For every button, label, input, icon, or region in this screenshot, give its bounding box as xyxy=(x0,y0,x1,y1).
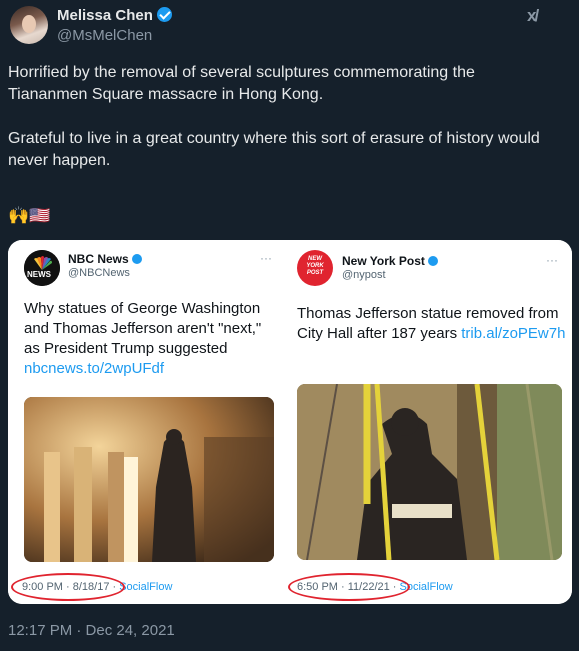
jefferson-memorial-illustration xyxy=(24,397,274,562)
embedded-image-card[interactable]: NEWS NBC News @NBCNews ··· Why statues o… xyxy=(8,240,572,604)
tweet-paragraph-2: Grateful to live in a great country wher… xyxy=(8,130,545,169)
nypost-embedded-tweet: NEW YORK POST New York Post @nypost ··· … xyxy=(286,240,572,604)
nypost-logo-text: NEW YORK POST xyxy=(306,256,324,276)
jefferson-statue-photo xyxy=(297,384,562,560)
nbc-name: NBC News xyxy=(68,252,142,266)
nypost-more-icon: ··· xyxy=(546,253,558,267)
verified-badge-icon xyxy=(156,7,172,22)
nbc-embedded-tweet: NEWS NBC News @NBCNews ··· Why statues o… xyxy=(8,240,286,604)
nbc-more-icon: ··· xyxy=(260,251,272,265)
avatar-face xyxy=(22,15,36,33)
nbc-handle: @NBCNews xyxy=(68,267,130,279)
jefferson-memorial-photo xyxy=(24,397,274,562)
nbc-via-text: SocialFlow xyxy=(119,581,173,593)
nbc-logo-text: NEWS xyxy=(27,270,51,279)
nbc-tweet-link: nbcnews.to/2wpUFdf xyxy=(24,360,165,377)
nbc-logo xyxy=(24,250,60,286)
grok-icon[interactable]: x/ xyxy=(527,6,539,26)
jefferson-statue-illustration xyxy=(297,384,562,560)
author-name-text: Melissa Chen xyxy=(57,7,153,24)
tweet-paragraph-1: Horrified by the removal of several scul… xyxy=(8,64,480,103)
nbc-timestamp-highlight-circle xyxy=(11,573,125,601)
nypost-name-text: New York Post xyxy=(342,254,425,268)
nbc-tweet-text: Why statues of George Washington and Tho… xyxy=(24,300,262,357)
author-handle[interactable]: @MsMelChen xyxy=(57,27,152,44)
nbc-tweet-body: Why statues of George Washington and Tho… xyxy=(24,299,276,379)
author-name[interactable]: Melissa Chen xyxy=(57,7,172,24)
nypost-timestamp-highlight-circle xyxy=(288,573,410,601)
nypost-name: New York Post xyxy=(342,254,438,268)
tweet-emoji: 🙌🇺🇸 xyxy=(8,206,51,225)
nypost-handle: @nypost xyxy=(342,269,386,281)
nbc-name-text: NBC News xyxy=(68,252,129,266)
tweet-timestamp[interactable]: 12:17 PM · Dec 24, 2021 xyxy=(8,622,175,639)
nbc-verified-icon xyxy=(131,254,142,264)
tweet-text: Horrified by the removal of several scul… xyxy=(8,62,548,194)
nypost-verified-icon xyxy=(427,256,438,266)
avatar[interactable] xyxy=(10,6,48,44)
nbc-peacock-icon xyxy=(24,250,60,286)
nypost-tweet-link: trib.al/zoPEw7h xyxy=(461,325,566,342)
nypost-tweet-body: Thomas Jefferson statue removed from Cit… xyxy=(297,304,567,344)
